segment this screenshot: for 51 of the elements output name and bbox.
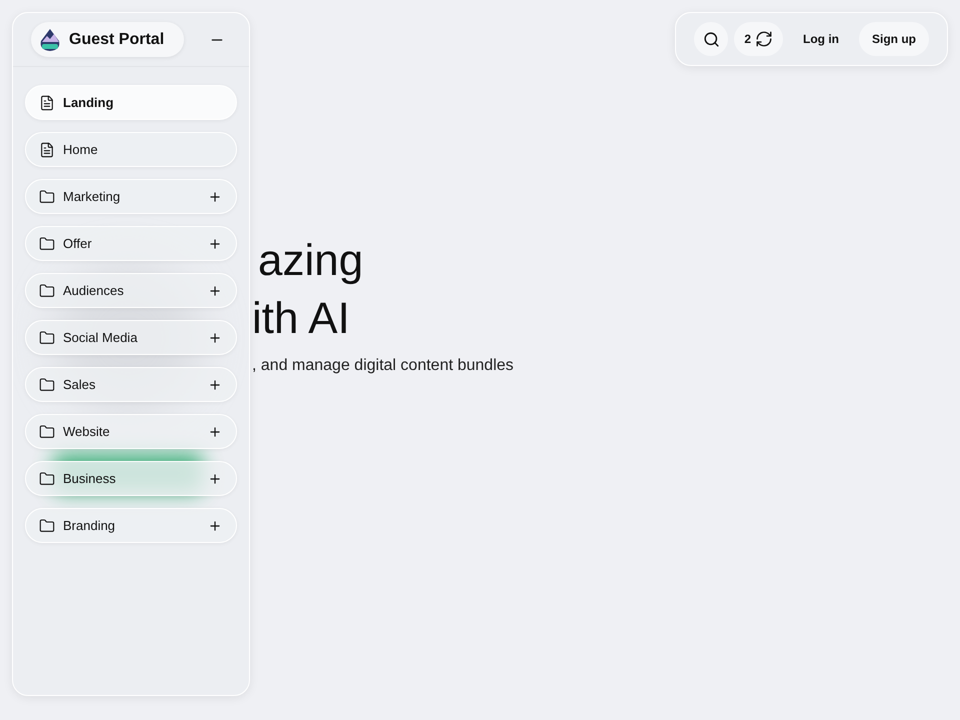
- nav-item[interactable]: Business: [25, 461, 237, 496]
- folder-icon: [39, 518, 55, 534]
- folder-icon: [39, 236, 55, 252]
- hero-heading-line: azing: [257, 235, 364, 287]
- document-icon: [39, 142, 55, 158]
- hero-heading-line: ith AI: [251, 293, 350, 345]
- nav-item-label: Offer: [63, 234, 93, 253]
- folder-icon: [39, 470, 55, 486]
- search-icon: [702, 30, 720, 48]
- expand-icon[interactable]: [208, 330, 222, 344]
- portal-title-pill[interactable]: Guest Portal: [31, 22, 184, 57]
- logo-icon: [39, 28, 61, 52]
- portal-title: Guest Portal: [69, 30, 164, 50]
- nav-item[interactable]: Branding: [25, 508, 237, 543]
- folder-icon: [39, 330, 55, 346]
- sync-button[interactable]: 2: [734, 22, 783, 56]
- nav-item-label: Business: [63, 470, 117, 488]
- hero-subtitle: , and manage digital content bundles: [251, 356, 514, 376]
- nav-item-label: Website: [63, 422, 111, 441]
- nav-item-label: Sales: [63, 376, 97, 394]
- expand-icon[interactable]: [208, 190, 222, 204]
- nav-item-label: Social Media: [63, 328, 138, 347]
- nav-item[interactable]: Offer: [25, 226, 237, 261]
- nav-item[interactable]: Marketing: [25, 179, 237, 214]
- search-button[interactable]: [694, 22, 728, 56]
- document-icon: [39, 94, 55, 110]
- login-button[interactable]: Log in: [789, 22, 853, 56]
- expand-icon[interactable]: [208, 236, 222, 250]
- nav-item-label: Marketing: [63, 188, 122, 206]
- signup-button[interactable]: Sign up: [859, 22, 929, 56]
- sync-icon: [755, 30, 773, 48]
- folder-icon: [39, 424, 55, 440]
- folder-icon: [39, 376, 55, 392]
- sync-count: 2: [744, 31, 751, 48]
- folder-icon: [39, 282, 55, 298]
- expand-icon[interactable]: [208, 518, 222, 532]
- nav-item[interactable]: Audiences: [25, 273, 237, 308]
- nav-item[interactable]: Social Media: [25, 320, 237, 355]
- nav-item[interactable]: Sales: [25, 367, 237, 402]
- nav-item-label: Landing: [63, 94, 115, 112]
- expand-icon[interactable]: [208, 424, 222, 438]
- nav-item[interactable]: Landing: [25, 85, 237, 120]
- nav-item-label: Branding: [63, 516, 116, 535]
- folder-icon: [39, 188, 55, 204]
- nav-item[interactable]: Website: [25, 414, 237, 449]
- expand-icon[interactable]: [208, 284, 222, 298]
- expand-icon[interactable]: [208, 472, 222, 486]
- expand-icon[interactable]: [208, 378, 222, 392]
- nav-item-label: Home: [63, 140, 99, 159]
- nav-item-label: Audiences: [63, 282, 125, 300]
- nav-item[interactable]: Home: [25, 132, 237, 167]
